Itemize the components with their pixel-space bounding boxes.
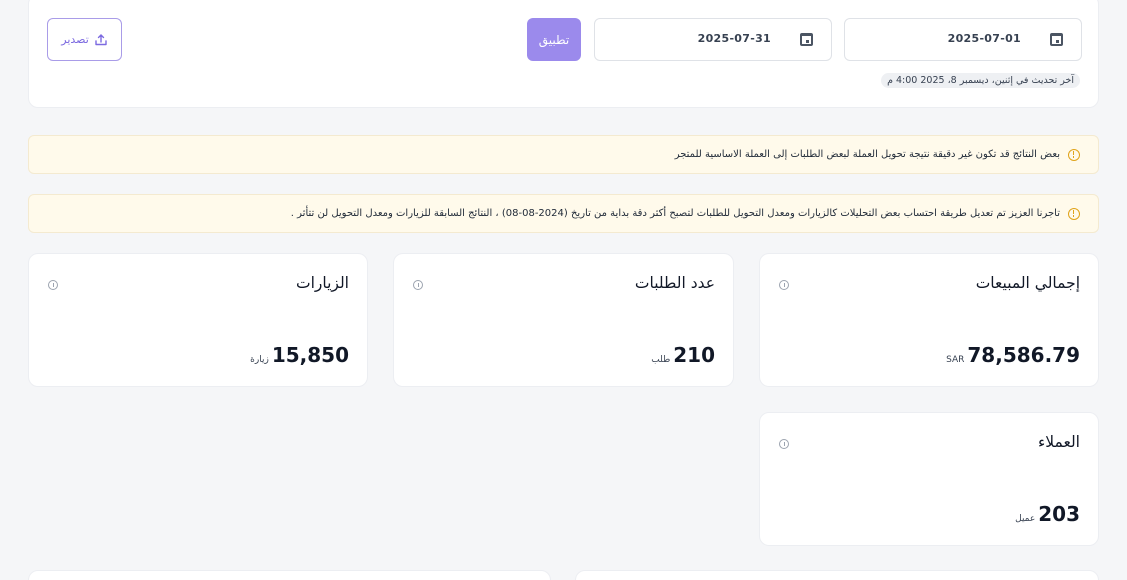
kpi-title: إجمالي المبيعات [975,274,1080,292]
warning-icon [1068,207,1080,220]
chart-card [575,570,1099,580]
end-date-input[interactable]: 2025-07-31 [594,18,832,61]
start-date-value: 2025-07-01 [947,32,1021,45]
kpi-title: الزيارات [295,274,349,292]
analytics-alert: تاجرنا العزيز تم تعديل طريقة احتساب بعض … [28,194,1099,233]
kpi-value: 203 [1038,502,1080,526]
calendar-icon [800,33,813,46]
kpi-title: العملاء [1037,433,1080,451]
info-icon[interactable] [413,280,423,290]
kpi-unit: عميل [1015,514,1036,524]
kpi-value: 15,850 [271,343,349,367]
alert-text: تاجرنا العزيز تم تعديل طريقة احتساب بعض … [290,208,1060,219]
info-icon[interactable] [779,439,789,449]
warning-icon [1068,148,1080,161]
chart-card [28,570,551,580]
kpi-total-sales: إجمالي المبيعات 78,586.79 SAR [759,253,1099,387]
kpi-unit: زيارة [250,355,269,365]
kpi-unit: طلب [651,355,671,365]
export-button[interactable]: تصدير [47,18,122,61]
kpi-value: 210 [673,343,715,367]
info-icon[interactable] [779,280,789,290]
filter-card: 2025-07-01 2025-07-31 تطبيق تصدير آخر تح… [28,0,1099,108]
start-date-input[interactable]: 2025-07-01 [844,18,1082,61]
kpi-unit: SAR [946,355,965,365]
calendar-icon [1050,33,1063,46]
kpi-customers: العملاء 203 عميل [759,412,1099,546]
end-date-value: 2025-07-31 [697,32,771,45]
kpi-title: عدد الطلبات [634,274,715,292]
alert-text: بعض النتائج قد تكون غير دقيقة نتيجة تحوي… [674,149,1060,160]
kpi-visits: الزيارات 15,850 زيارة [28,253,368,387]
kpi-orders: عدد الطلبات 210 طلب [393,253,734,387]
currency-alert: بعض النتائج قد تكون غير دقيقة نتيجة تحوي… [28,135,1099,174]
export-label: تصدير [61,33,89,46]
kpi-value: 78,586.79 [967,343,1080,367]
info-icon[interactable] [48,280,58,290]
last-update-badge: آخر تحديث في إثنين، ديسمبر 8، 2025 4:00 … [881,73,1080,88]
upload-icon [94,33,108,47]
apply-button[interactable]: تطبيق [527,18,581,61]
